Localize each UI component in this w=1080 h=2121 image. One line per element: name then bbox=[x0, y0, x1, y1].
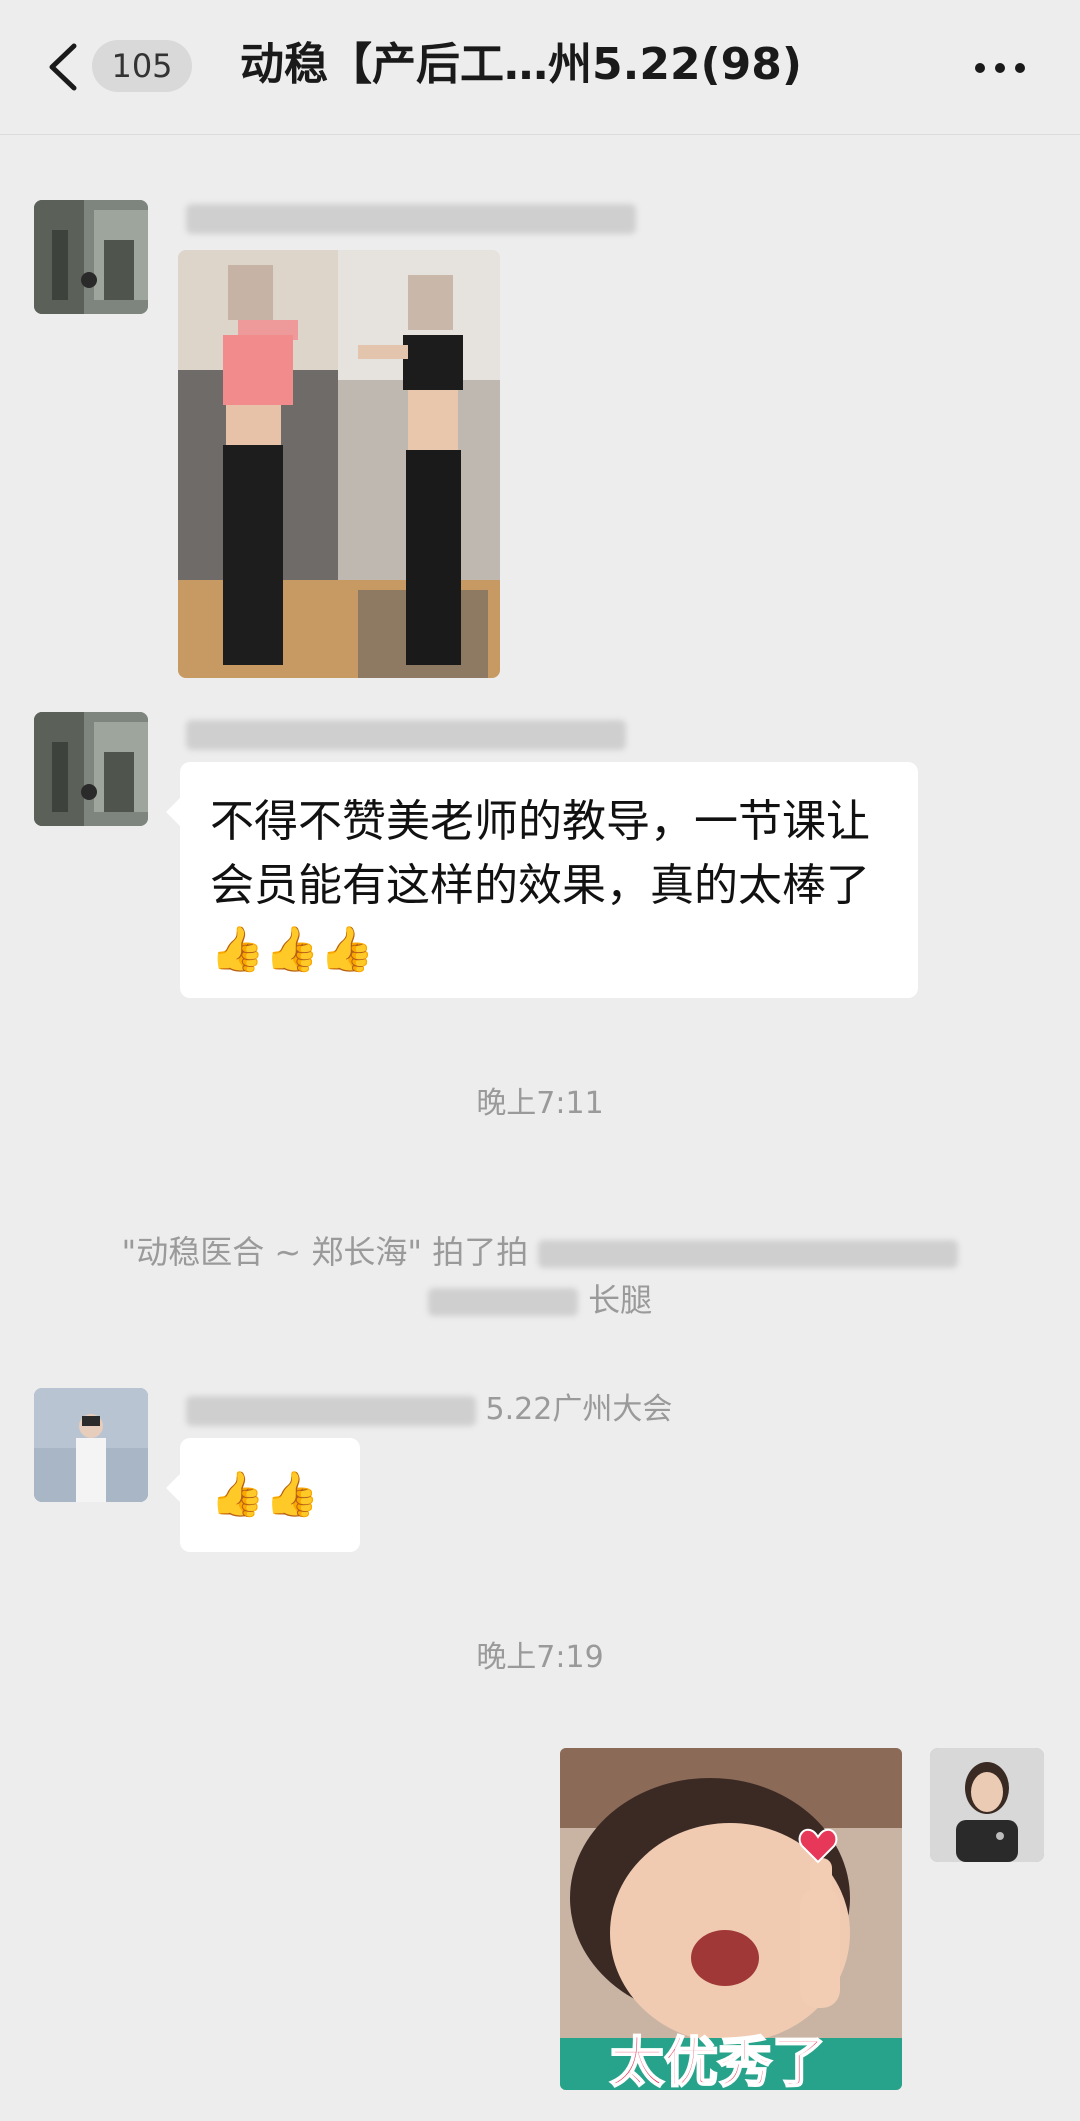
system-pat-message: "动稳医合 ~ 郑长海" 拍了拍 长腿 bbox=[70, 1228, 1010, 1324]
sender-name-blurred bbox=[186, 714, 626, 754]
sticker-caption: 太优秀了 bbox=[609, 2030, 827, 2090]
chat-header: 105 动稳【产后工…州5.22(98) bbox=[0, 0, 1080, 135]
system-message-text: 长腿 bbox=[588, 1281, 653, 1319]
sender-name-blurred bbox=[186, 198, 636, 238]
more-icon[interactable] bbox=[970, 50, 1030, 86]
timestamp: 晚上7:19 bbox=[476, 1640, 604, 1675]
image-message[interactable] bbox=[178, 250, 500, 678]
sticker-message[interactable]: 太优秀了 bbox=[560, 1748, 902, 2090]
unread-count-badge[interactable]: 105 bbox=[92, 40, 192, 92]
sender-avatar[interactable] bbox=[34, 200, 148, 314]
thumbs-up-icon: 👍👍 bbox=[210, 1469, 320, 1520]
heart-icon bbox=[798, 1828, 838, 1864]
system-message-text: "动稳医合 ~ 郑长海" 拍了拍 bbox=[121, 1233, 529, 1271]
back-icon[interactable] bbox=[44, 42, 84, 92]
sender-avatar[interactable] bbox=[34, 1388, 148, 1502]
message-text: 不得不赞美老师的教导，一节课让会员能有这样的效果，真的太棒了👍👍👍 bbox=[210, 796, 870, 975]
chat-title: 动稳【产后工…州5.22(98) bbox=[240, 39, 803, 90]
timestamp: 晚上7:11 bbox=[476, 1086, 604, 1121]
sender-avatar[interactable] bbox=[34, 712, 148, 826]
sender-name: 5.22广州大会 bbox=[186, 1390, 672, 1430]
text-message-bubble[interactable]: 👍👍 bbox=[166, 1438, 360, 1552]
self-avatar[interactable] bbox=[930, 1748, 1044, 1862]
text-message-bubble[interactable]: 不得不赞美老师的教导，一节课让会员能有这样的效果，真的太棒了👍👍👍 bbox=[166, 762, 918, 998]
